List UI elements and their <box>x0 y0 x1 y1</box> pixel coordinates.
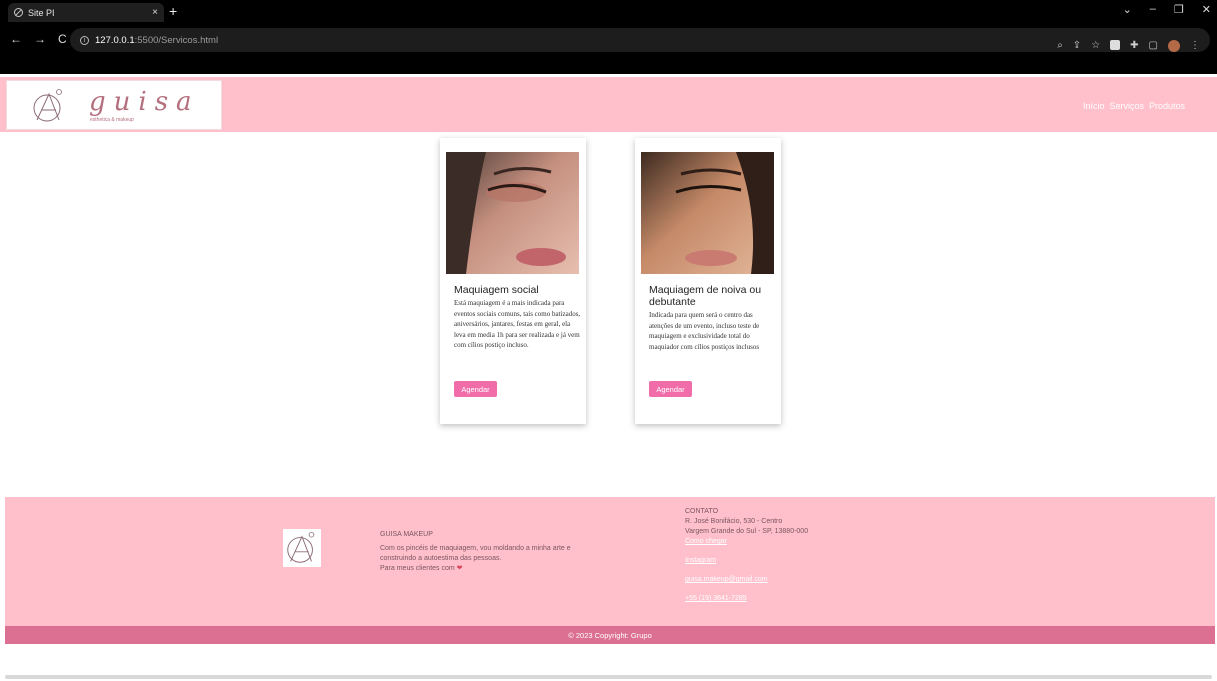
zoom-icon[interactable]: ⌕ <box>1057 40 1063 52</box>
profile-avatar[interactable] <box>1168 40 1180 52</box>
site-info-icon[interactable]: i <box>80 35 89 45</box>
service-card-noiva: Maquiagem de noiva ou debutante Indicada… <box>635 138 781 424</box>
forward-button[interactable]: → <box>34 32 46 46</box>
new-tab-button[interactable]: + <box>169 3 177 19</box>
contact-title: CONTATO <box>685 508 719 515</box>
close-window-button[interactable]: ✕ <box>1202 3 1211 16</box>
site-footer: GUISA MAKEUP Com os pincéis de maquiagem… <box>5 497 1215 626</box>
restore-button[interactable]: ❐ <box>1174 3 1184 16</box>
browser-tab[interactable]: Site PI × <box>8 3 164 22</box>
nav-inicio[interactable]: Início <box>1083 101 1105 111</box>
site-header: guisa esthetica & makeup Início Serviços… <box>0 77 1217 132</box>
back-button[interactable]: ← <box>10 32 22 46</box>
footer-brand: GUISA MAKEUP <box>380 531 433 538</box>
card-title: Maquiagem social <box>454 284 539 296</box>
nav-produtos[interactable]: Produtos <box>1149 101 1185 111</box>
card-description: Indicada para quem será o centro das ate… <box>649 311 760 351</box>
address-bar[interactable]: i 127.0.0.1 :5500/Servicos.html ⌕ ⇪ ☆ ✚ … <box>70 28 1210 52</box>
copyright-bar: © 2023 Copyright: Grupo <box>5 626 1215 644</box>
extension-icon[interactable] <box>1110 40 1121 50</box>
agendar-button[interactable]: Agendar <box>649 381 692 397</box>
instagram-link[interactable]: Instagram <box>685 556 808 566</box>
browser-tab-strip: Site PI × + ⌄ – ❐ ✕ <box>0 0 1217 22</box>
card-title: Maquiagem de noiva ou debutante <box>649 284 762 308</box>
footer-contact: CONTATO R. José Bonifácio, 530 - Centro … <box>685 507 808 604</box>
share-icon[interactable]: ⇪ <box>1073 40 1081 52</box>
reload-button[interactable]: C <box>58 32 67 46</box>
browser-toolbar: ← → C i 127.0.0.1 :5500/Servicos.html ⌕ … <box>0 22 1217 74</box>
nav-servicos[interactable]: Serviços <box>1109 101 1144 111</box>
email-link[interactable]: guisa.makeup@gmail.com <box>685 575 808 585</box>
side-panel-icon[interactable]: ▢ <box>1149 40 1158 52</box>
logo-monogram-icon <box>287 531 315 563</box>
logo-tagline: esthetica & makeup <box>90 117 134 123</box>
extensions-puzzle-icon[interactable]: ✚ <box>1130 40 1138 52</box>
site-logo[interactable]: guisa esthetica & makeup <box>6 80 222 130</box>
url-path: :5500/Servicos.html <box>134 34 219 46</box>
bookmark-star-icon[interactable]: ☆ <box>1091 40 1100 52</box>
footer-logo <box>283 529 321 567</box>
makeup-photo-social <box>446 152 579 274</box>
minimize-button[interactable]: – <box>1150 3 1156 16</box>
logo-monogram-icon <box>33 89 62 122</box>
horizontal-scrollbar[interactable] <box>5 675 1212 679</box>
window-controls: ⌄ – ❐ ✕ <box>1123 3 1211 16</box>
service-card-social: Maquiagem social Está maquiagem é a mais… <box>440 138 586 424</box>
address-line-2: Vargem Grande do Sul - SP, 13880-000 <box>685 528 809 535</box>
logo-wordmark: guisa <box>89 87 200 117</box>
main-nav: Início Serviços Produtos <box>1083 101 1185 111</box>
browser-menu-icon[interactable]: ⋮ <box>1190 40 1200 52</box>
directions-link[interactable]: Como chegar <box>685 537 808 547</box>
phone-link[interactable]: +55 (19) 3641-7285 <box>685 594 808 604</box>
tab-search-icon[interactable]: ⌄ <box>1123 3 1132 16</box>
address-line-1: R. José Bonifácio, 530 - Centro <box>685 518 783 525</box>
footer-about: Com os pincéis de maquiagem, vou moldand… <box>380 545 571 572</box>
card-description: Está maquiagem é a mais indicada para ev… <box>454 299 581 349</box>
tab-title: Site PI <box>28 7 55 18</box>
heart-icon: ❤ <box>456 565 463 572</box>
makeup-photo-noiva <box>641 152 774 274</box>
url-host: 127.0.0.1 <box>95 34 135 46</box>
tab-close-icon[interactable]: × <box>152 7 158 18</box>
agendar-button[interactable]: Agendar <box>454 381 497 397</box>
tab-favicon-icon <box>14 8 23 17</box>
